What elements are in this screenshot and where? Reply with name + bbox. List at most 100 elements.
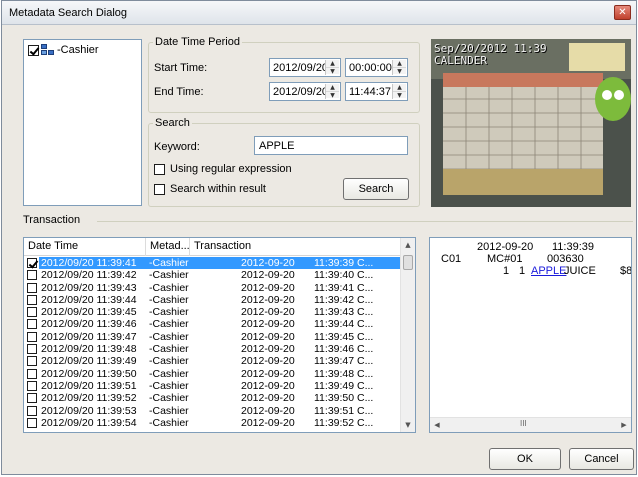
- vertical-scrollbar[interactable]: ▲ ▼: [400, 238, 415, 432]
- osd-timestamp: Sep/20/2012 11:39: [434, 42, 547, 55]
- table-row[interactable]: 2012/09/20 11:39:52 -Cashier 2012-09-20 11:…: [24, 392, 402, 404]
- horizontal-scrollbar[interactable]: ◀ III ▶: [430, 417, 631, 432]
- row-checkbox[interactable]: [27, 331, 37, 342]
- spin-up-icon[interactable]: ▲: [326, 60, 339, 67]
- scroll-up-icon[interactable]: ▲: [401, 238, 415, 252]
- row-checkbox[interactable]: [27, 294, 37, 305]
- detail-receipt-number: 003630: [547, 253, 584, 265]
- table-row[interactable]: 2012/09/20 11:39:42 -Cashier 2012-09-20 11:…: [24, 269, 402, 281]
- date-time-legend: Date Time Period: [155, 36, 240, 48]
- cell-datetime: 2012/09/20 11:39:46: [41, 318, 137, 331]
- table-row[interactable]: 2012/09/20 11:39:54 -Cashier 2012-09-20 11:…: [24, 417, 402, 429]
- transaction-section-label: Transaction: [23, 214, 85, 226]
- row-checkbox[interactable]: [27, 417, 37, 428]
- cell-transaction-text: 11:39:39 C...: [314, 257, 374, 269]
- table-row[interactable]: 2012/09/20 11:39:44 -Cashier 2012-09-20 11:…: [24, 294, 402, 306]
- cell-metadata: -Cashier: [149, 293, 189, 306]
- row-checkbox[interactable]: [27, 393, 37, 404]
- end-time-value: 11:44:37: [349, 86, 392, 98]
- start-time-label: Start Time:: [154, 62, 208, 74]
- cell-transaction-date: 2012-09-20: [241, 257, 295, 269]
- search-button[interactable]: Search: [343, 178, 409, 200]
- cell-datetime: 2012/09/20 11:39:54: [41, 416, 137, 429]
- close-icon[interactable]: ✕: [614, 5, 631, 20]
- regex-checkbox[interactable]: [154, 164, 165, 175]
- cell-datetime: 2012/09/20 11:39:44: [41, 293, 137, 306]
- table-row[interactable]: 2012/09/20 11:39:41 -Cashier 2012-09-20 11:…: [24, 257, 402, 269]
- start-time-picker[interactable]: 00:00:00 ▲ ▼: [345, 58, 408, 77]
- cell-datetime: 2012/09/20 11:39:42: [41, 269, 137, 282]
- table-row[interactable]: 2012/09/20 11:39:53 -Cashier 2012-09-20 11:…: [24, 405, 402, 417]
- row-checkbox[interactable]: [27, 319, 37, 330]
- detail-qty-2: 1: [519, 265, 526, 277]
- table-row[interactable]: 2012/09/20 11:39:45 -Cashier 2012-09-20 11:…: [24, 306, 402, 318]
- tree-item-cashier[interactable]: -Cashier: [28, 44, 99, 56]
- section-divider: [97, 221, 633, 222]
- start-date-picker[interactable]: 2012/09/20 ▲ ▼: [269, 58, 341, 77]
- spin-down-icon[interactable]: ▼: [393, 67, 406, 75]
- cell-metadata: -Cashier: [149, 306, 189, 319]
- list-header: Date Time Metad... Transaction: [24, 238, 402, 256]
- spin-up-icon[interactable]: ▲: [393, 84, 406, 91]
- row-checkbox[interactable]: [27, 405, 37, 416]
- col-header-transaction[interactable]: Transaction: [190, 238, 402, 256]
- scroll-left-icon[interactable]: ◀: [430, 418, 444, 432]
- cancel-button[interactable]: Cancel: [569, 448, 634, 470]
- keyword-input[interactable]: [255, 137, 407, 154]
- col-header-datetime[interactable]: Date Time: [24, 238, 146, 256]
- cell-datetime: 2012/09/20 11:39:51: [41, 379, 137, 392]
- table-row[interactable]: 2012/09/20 11:39:46 -Cashier 2012-09-20 11:…: [24, 318, 402, 330]
- scroll-grip-icon[interactable]: III: [520, 419, 527, 428]
- cell-transaction-date: 2012-09-20: [241, 293, 295, 306]
- spin-arrows[interactable]: ▲ ▼: [392, 84, 406, 99]
- table-row[interactable]: 2012/09/20 11:39:49 -Cashier 2012-09-20 11:…: [24, 355, 402, 367]
- row-checkbox[interactable]: [27, 258, 37, 268]
- video-preview: Sep/20/2012 11:39 CALENDER: [431, 39, 631, 207]
- row-checkbox[interactable]: [27, 270, 37, 281]
- spin-down-icon[interactable]: ▼: [326, 91, 339, 99]
- camera-tree: -Cashier: [23, 39, 142, 206]
- spin-arrows[interactable]: ▲ ▼: [325, 84, 339, 99]
- cell-datetime: 2012/09/20 11:39:43: [41, 281, 137, 294]
- spin-arrows[interactable]: ▲ ▼: [325, 60, 339, 75]
- within-result-checkbox[interactable]: [154, 184, 165, 195]
- table-row[interactable]: 2012/09/20 11:39:48 -Cashier 2012-09-20 11:…: [24, 343, 402, 355]
- row-checkbox[interactable]: [27, 356, 37, 367]
- end-date-picker[interactable]: 2012/09/20 ▲ ▼: [269, 82, 341, 101]
- scroll-down-icon[interactable]: ▼: [401, 418, 415, 432]
- table-row[interactable]: 2012/09/20 11:39:50 -Cashier 2012-09-20 11:…: [24, 368, 402, 380]
- row-checkbox[interactable]: [27, 344, 37, 355]
- cell-transaction-text: 11:39:44 C...: [314, 318, 374, 331]
- cell-transaction-text: 11:39:47 C...: [314, 355, 374, 368]
- end-time-label: End Time:: [154, 86, 204, 98]
- row-checkbox[interactable]: [27, 282, 37, 293]
- detail-machine: MC#01: [487, 253, 523, 265]
- cell-transaction-text: 11:39:41 C...: [314, 281, 374, 294]
- table-row[interactable]: 2012/09/20 11:39:47 -Cashier 2012-09-20 11:…: [24, 331, 402, 343]
- scroll-right-icon[interactable]: ▶: [617, 418, 631, 432]
- cell-transaction-date: 2012-09-20: [241, 404, 295, 417]
- row-checkbox[interactable]: [27, 307, 37, 318]
- detail-price: $8: [620, 265, 632, 277]
- table-row[interactable]: 2012/09/20 11:39:43 -Cashier 2012-09-20 11:…: [24, 282, 402, 294]
- cell-datetime: 2012/09/20 11:39:49: [41, 355, 137, 368]
- row-checkbox[interactable]: [27, 368, 37, 379]
- spin-up-icon[interactable]: ▲: [326, 84, 339, 91]
- row-checkbox[interactable]: [27, 380, 37, 391]
- col-header-metadata[interactable]: Metad...: [146, 238, 190, 256]
- spin-arrows[interactable]: ▲ ▼: [392, 60, 406, 75]
- cell-transaction-text: 11:39:40 C...: [314, 269, 374, 282]
- spin-up-icon[interactable]: ▲: [393, 60, 406, 67]
- cell-transaction-date: 2012-09-20: [241, 392, 295, 405]
- detail-item-keyword-link[interactable]: APPLE: [531, 265, 566, 277]
- cell-datetime: 2012/09/20 11:39:41: [41, 257, 137, 269]
- table-row[interactable]: 2012/09/20 11:39:51 -Cashier 2012-09-20 11:…: [24, 380, 402, 392]
- cell-datetime: 2012/09/20 11:39:53: [41, 404, 137, 417]
- cell-metadata: -Cashier: [149, 343, 189, 356]
- end-time-picker[interactable]: 11:44:37 ▲ ▼: [345, 82, 408, 101]
- tree-checkbox[interactable]: [28, 44, 39, 56]
- scroll-thumb[interactable]: [403, 255, 413, 270]
- spin-down-icon[interactable]: ▼: [326, 67, 339, 75]
- ok-button[interactable]: OK: [489, 448, 561, 470]
- spin-down-icon[interactable]: ▼: [393, 91, 406, 99]
